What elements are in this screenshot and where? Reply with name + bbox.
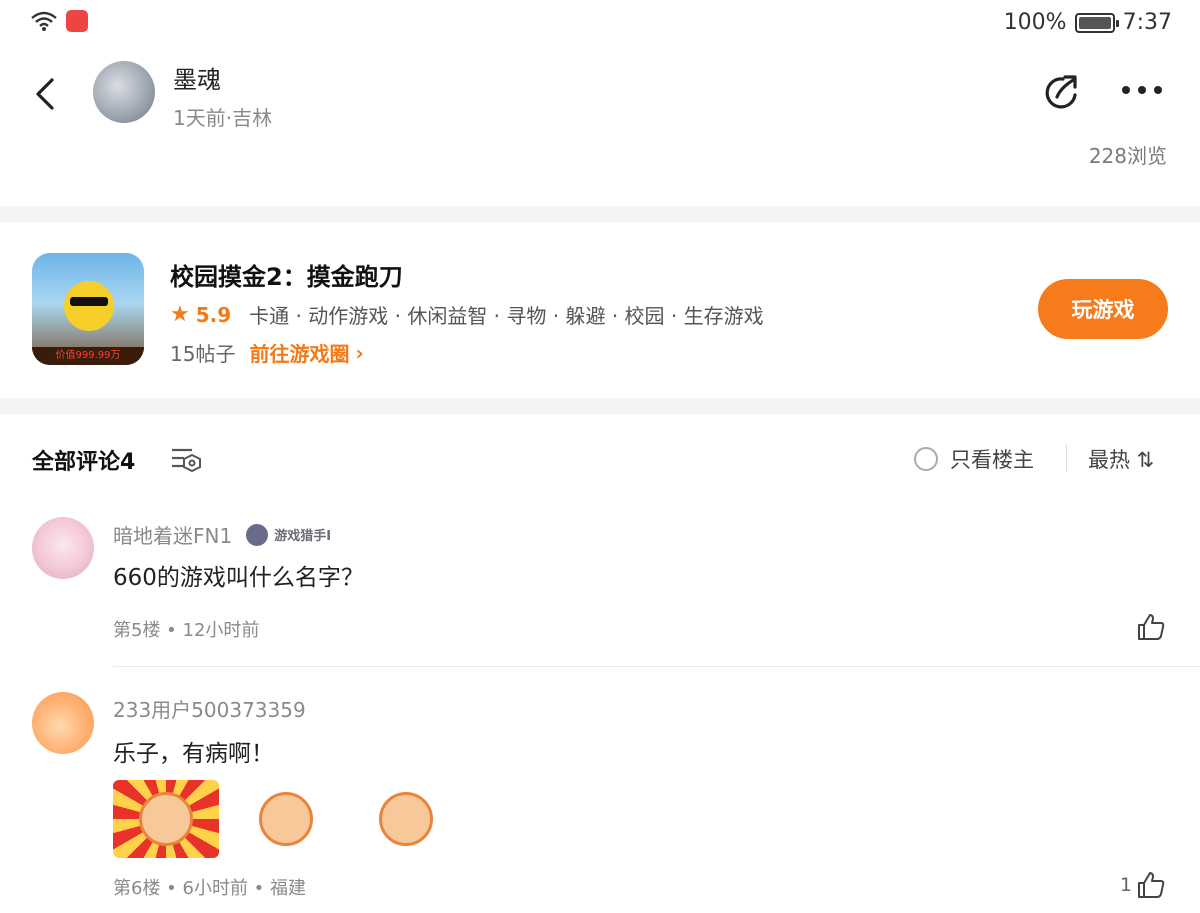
header-divider (1066, 444, 1067, 472)
radio-icon[interactable] (914, 447, 938, 471)
author-meta: 1天前·吉林 (173, 106, 273, 130)
thumbs-up-icon[interactable] (1136, 612, 1166, 642)
badge-icon (246, 523, 269, 546)
only-op-label: 只看楼主 (950, 448, 1034, 472)
comment-meta: 第5楼 • 12小时前 (113, 620, 260, 641)
section-divider (0, 206, 1200, 222)
comment-meta: 第6楼 • 6小时前 • 福建 (113, 878, 307, 899)
section-divider (0, 398, 1200, 414)
commenter-name[interactable]: 233用户500373359 (113, 694, 306, 723)
user-badge: 游戏猎手I (246, 523, 332, 546)
author-avatar[interactable] (93, 61, 155, 123)
like-count: 1 (1119, 874, 1132, 896)
comment-filter-icon[interactable] (170, 446, 202, 472)
chevron-right-icon: › (355, 340, 364, 365)
commenter-avatar[interactable] (32, 517, 94, 579)
share-icon[interactable] (1043, 73, 1083, 113)
comment-item: 233用户500373359 乐子，有病啊！ 第6楼 • 6小时前 • 福建 1 (0, 668, 1200, 913)
sticker-row (113, 780, 459, 858)
comment-text: 660的游戏叫什么名字？ (113, 565, 364, 591)
comment-separator (113, 666, 1200, 667)
game-tags: 卡通 · 动作游戏 · 休闲益智 · 寻物 · 躲避 · 校园 · 生存游戏 (249, 304, 764, 328)
angry-sticker-icon[interactable] (113, 780, 219, 858)
game-post-count: 15帖子 (170, 342, 236, 366)
thumbs-up-icon[interactable] (1136, 870, 1166, 900)
game-icon[interactable]: 价值999.99万 (32, 253, 144, 365)
status-bar: 100% 7:37 (0, 0, 1200, 48)
back-arrow-icon[interactable] (30, 74, 62, 114)
game-title[interactable]: 校园摸金2：摸金跑刀 (170, 257, 403, 292)
app-notification-icon (66, 10, 88, 32)
battery-icon (1074, 12, 1119, 33)
author-name[interactable]: 墨魂 (173, 60, 221, 95)
badge-label: 游戏猎手I (274, 529, 332, 544)
game-rating-row: ★ 5.9 卡通 · 动作游戏 · 休闲益智 · 寻物 · 躲避 · 校园 · … (170, 300, 764, 329)
commenter-avatar[interactable] (32, 692, 94, 754)
goto-game-circle-link[interactable]: 前往游戏圈 (249, 338, 349, 367)
comments-title: 全部评论4 (32, 450, 136, 475)
sort-selector[interactable]: 最热 ⇅ (1088, 444, 1154, 474)
shy-sticker-icon[interactable] (233, 780, 339, 858)
more-options-icon[interactable] (1122, 86, 1166, 98)
comment-text: 乐子，有病啊！ (113, 741, 274, 767)
like-button[interactable] (1132, 612, 1166, 642)
rainbow-vomit-sticker-icon[interactable] (353, 780, 459, 858)
game-card[interactable]: 价值999.99万 校园摸金2：摸金跑刀 ★ 5.9 卡通 · 动作游戏 · 休… (0, 222, 1200, 398)
comments-header: 全部评论4 只看楼主 最热 ⇅ (0, 414, 1200, 504)
game-rating: 5.9 (195, 302, 232, 327)
post-header: 墨魂 1天前·吉林 228浏览 (0, 48, 1200, 206)
view-count: 228浏览 (1088, 144, 1167, 168)
clock: 7:37 (1122, 10, 1172, 35)
only-op-toggle[interactable]: 只看楼主 (914, 444, 1034, 474)
status-right: 100% 7:37 (1004, 10, 1172, 35)
status-left (30, 10, 88, 32)
play-game-button[interactable]: 玩游戏 (1038, 279, 1168, 339)
commenter-row: 233用户500373359 (113, 694, 306, 723)
like-button[interactable]: 1 (1120, 870, 1166, 900)
game-icon-banner: 价值999.99万 (32, 347, 144, 365)
commenter-name[interactable]: 暗地着迷FN1 (113, 520, 232, 549)
commenter-row: 暗地着迷FN1 游戏猎手I (113, 520, 331, 549)
battery-percent: 100% (1003, 10, 1067, 35)
comment-item: 暗地着迷FN1 游戏猎手I 660的游戏叫什么名字？ 第5楼 • 12小时前 (0, 504, 1200, 668)
wifi-icon (31, 11, 57, 31)
star-icon: ★ (170, 302, 190, 327)
game-footer: 15帖子 前往游戏圈 › (170, 338, 364, 367)
